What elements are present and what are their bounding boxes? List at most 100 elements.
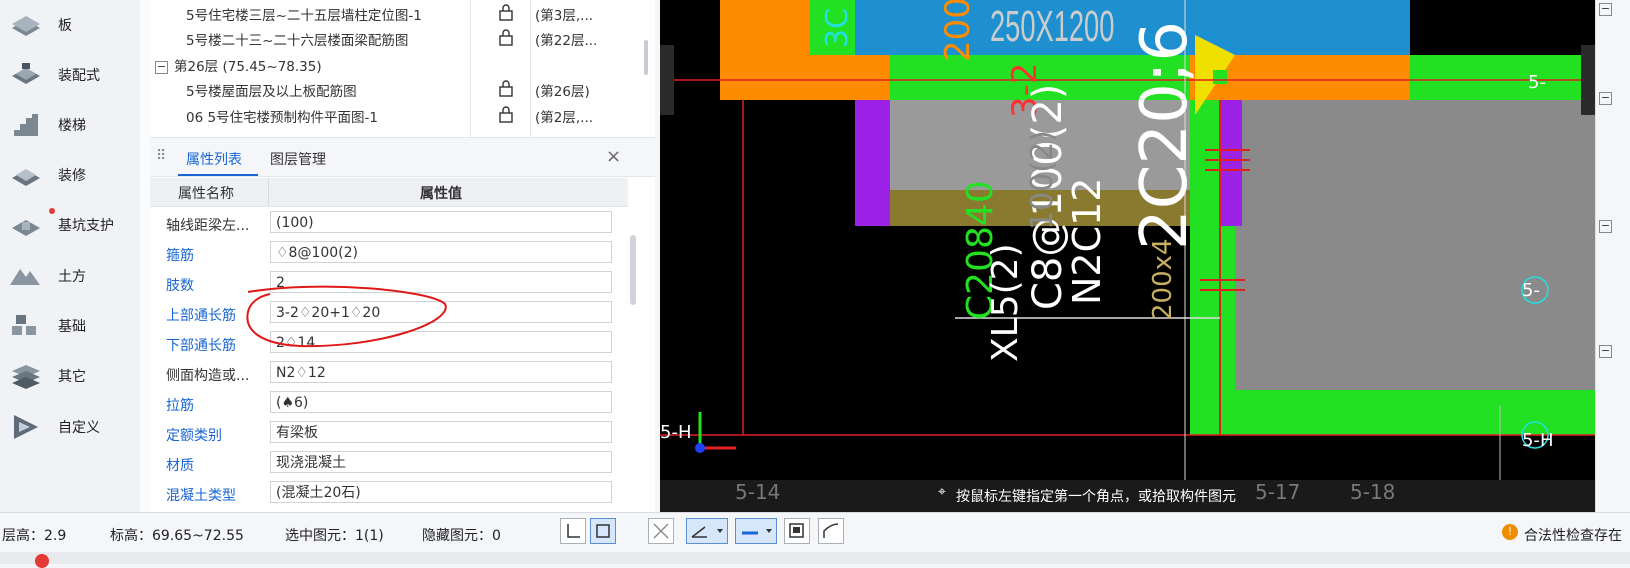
- vertical-text-b: 200: [938, 0, 978, 62]
- property-value-field[interactable]: (♠6): [270, 391, 612, 413]
- tree-scrollbar[interactable]: [644, 40, 648, 75]
- error-dot-icon: [35, 554, 49, 568]
- property-name: 拉筋: [166, 398, 194, 414]
- nav-item-custom[interactable]: 自定义: [0, 402, 140, 452]
- curve-button[interactable]: [818, 518, 844, 544]
- tree-row[interactable]: 5号住宅楼三层~二十五层墙柱定位图-1 (第3层,...: [150, 0, 625, 25]
- axis-label-17: 5-17: [1255, 480, 1301, 504]
- property-row[interactable]: 材质 现浇混凝土: [150, 448, 628, 478]
- foundation-pit-icon: [8, 208, 55, 240]
- ortho-button[interactable]: [560, 518, 586, 544]
- rebar-main-text: 2C20;6: [1128, 20, 1202, 250]
- other-icon: [8, 361, 42, 391]
- property-row[interactable]: 拉筋 (♠6): [150, 388, 628, 418]
- nav-item-earthwork[interactable]: 土方: [0, 251, 140, 301]
- property-name: 侧面构造或...: [166, 368, 250, 384]
- dimension-dropdown-button[interactable]: [735, 518, 777, 544]
- drawing-tree: 5号住宅楼三层~二十五层墙柱定位图-1 (第3层,... 5号楼二十三~二十六层…: [150, 0, 655, 138]
- panel-tabbar: ⠿ 属性列表 图层管理 ×: [150, 140, 655, 177]
- property-name: 材质: [166, 458, 194, 474]
- property-name: 混凝土类型: [166, 488, 236, 504]
- active-tab-indicator: [178, 174, 258, 176]
- lock-icon[interactable]: [497, 105, 515, 127]
- nav-item-foundation-pit[interactable]: 基坑支护: [0, 200, 140, 250]
- beam-size-text: 250X1200: [990, 2, 1115, 51]
- axis-label-18: 5-18: [1350, 480, 1396, 504]
- header-value: 属性值: [420, 186, 462, 202]
- header-name: 属性名称: [178, 186, 234, 202]
- property-value-field[interactable]: 有梁板: [270, 421, 612, 443]
- tab-layers[interactable]: 图层管理: [270, 149, 326, 169]
- property-row[interactable]: 箍筋 ♢8@100(2): [150, 238, 628, 268]
- status-bar: 层高：2.9 标高：69.65~72.55 选中图元：1(1) 隐藏图元：0 !…: [0, 512, 1630, 553]
- property-row[interactable]: 定额类别 有梁板: [150, 418, 628, 448]
- decoration-icon: [8, 160, 42, 190]
- annotation-ellipse: [246, 285, 447, 348]
- column-magenta: [855, 100, 890, 226]
- right-panel-edge: − − − −: [1595, 0, 1630, 512]
- axis-label-h2: 5-H: [1522, 430, 1554, 451]
- angle-dropdown-button[interactable]: [686, 518, 728, 544]
- property-value-field[interactable]: ♢8@100(2): [270, 241, 612, 263]
- warning-icon[interactable]: !: [1502, 524, 1518, 540]
- property-name: 箍筋: [166, 248, 194, 264]
- property-value-field[interactable]: (100): [270, 211, 612, 233]
- props-scrollbar[interactable]: [630, 235, 636, 305]
- display-button[interactable]: [784, 518, 810, 544]
- left-nav: 板 装配式 楼梯 装修 基坑支护 土方 基础 其它 自定义: [0, 0, 141, 512]
- lock-icon[interactable]: [497, 28, 515, 50]
- drawing-canvas[interactable]: 250X1200 3C 200 3-2 C20840 2C20;6 C8@100…: [660, 0, 1595, 512]
- earthwork-icon: [8, 261, 42, 291]
- slab-icon: [8, 10, 42, 40]
- snap-button[interactable]: [590, 518, 616, 544]
- tree-row[interactable]: 5号楼二十三~二十六层楼面梁配筋图 (第22层...: [150, 25, 625, 50]
- collapse-icon[interactable]: −: [155, 61, 168, 74]
- nav-item-other[interactable]: 其它: [0, 351, 140, 401]
- property-value-field[interactable]: (混凝土20石): [270, 481, 612, 503]
- tab-properties[interactable]: 属性列表: [186, 149, 242, 169]
- tree-row[interactable]: 5号楼屋面层及以上板配筋图 (第26层): [150, 76, 625, 101]
- notification-dot: [49, 208, 55, 214]
- property-header: 属性名称 属性值: [150, 178, 628, 207]
- prefab-icon: [8, 60, 42, 90]
- elevation: 标高：69.65~72.55: [110, 528, 244, 544]
- lock-icon[interactable]: [497, 79, 515, 101]
- nav-item-decoration[interactable]: 装修: [0, 150, 140, 200]
- vertical-text-f: 100(2): [1025, 130, 1060, 230]
- side-bar-text: N2C12: [1065, 177, 1109, 306]
- property-value-field[interactable]: N2♢12: [270, 361, 612, 383]
- lock-icon[interactable]: [497, 3, 515, 25]
- property-name: 定额类别: [166, 428, 222, 444]
- canvas-hint-text: 按鼠标左键指定第一个角点，或拾取构件图元: [956, 489, 1236, 505]
- property-row[interactable]: 轴线距梁左... (100): [150, 208, 628, 238]
- nav-item-foundation[interactable]: 基础: [0, 301, 140, 351]
- stair-icon: [8, 110, 42, 140]
- vertical-text-a: 3C: [820, 7, 855, 48]
- axis-label-5-top: 5-: [1528, 72, 1546, 93]
- property-name: 轴线距梁左...: [166, 218, 250, 234]
- property-row[interactable]: 混凝土类型 (混凝土20石): [150, 478, 628, 508]
- selected-count: 选中图元：1(1): [285, 528, 384, 544]
- vertical-text-e: 200x4: [1148, 238, 1178, 320]
- hidden-count: 隐藏图元：0: [422, 528, 501, 544]
- tree-group-row[interactable]: − 第26层 (75.45~78.35): [150, 51, 625, 76]
- floor-height: 层高：2.9: [2, 528, 67, 544]
- slab-region: [1235, 100, 1595, 390]
- close-icon[interactable]: ×: [606, 146, 621, 167]
- nav-item-prefab[interactable]: 装配式: [0, 50, 140, 100]
- property-value-field[interactable]: 现浇混凝土: [270, 451, 612, 473]
- property-row[interactable]: 侧面构造或... N2♢12: [150, 358, 628, 388]
- cursor-icon: ⌖: [938, 484, 946, 500]
- nav-item-stair[interactable]: 楼梯: [0, 100, 140, 150]
- axis-label-5: 5-: [1522, 280, 1540, 301]
- nav-scroll-strip: [140, 0, 150, 512]
- tree-row[interactable]: 06 5号住宅楼预制构件平面图-1 (第2层,...: [150, 102, 625, 127]
- bottom-strip: [0, 552, 1630, 568]
- legality-check[interactable]: 合法性检查存在: [1524, 525, 1622, 545]
- drag-handle-icon[interactable]: ⠿: [156, 148, 166, 164]
- beam-name-text: XL5(2): [985, 243, 1026, 362]
- custom-icon: [8, 412, 42, 442]
- foundation-icon: [8, 311, 42, 341]
- cross-button[interactable]: [648, 518, 674, 544]
- nav-item-slab[interactable]: 板: [0, 0, 140, 50]
